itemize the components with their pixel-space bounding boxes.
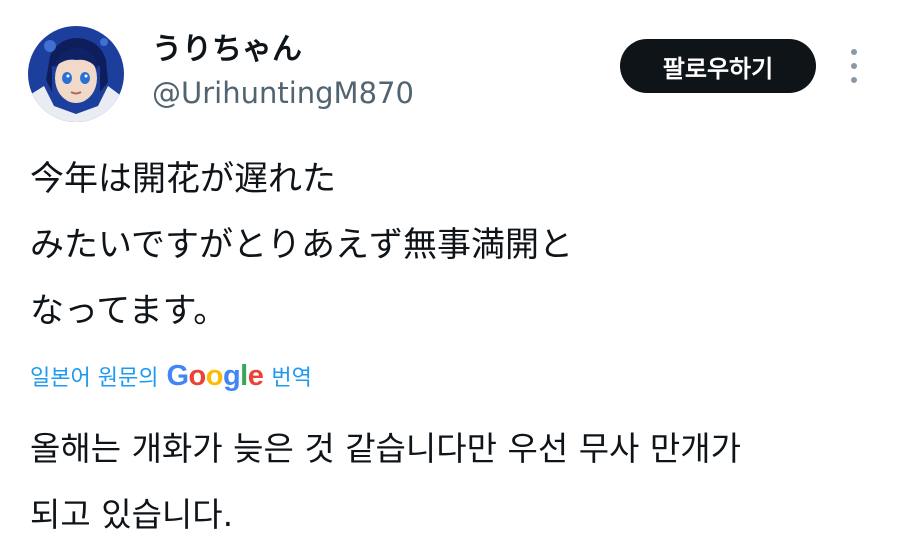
translation-suffix[interactable]: 번역 [271,360,311,392]
google-logo: Google [166,360,263,393]
avatar[interactable] [28,26,124,122]
translation-attribution[interactable]: 일본어 원문의 Google 번역 [30,356,312,396]
translated-text: 올해는 개화가 늦은 것 같습니다만 우선 무사 만개가 되고 있습니다. [30,416,741,548]
avatar-anime-character-icon [28,26,124,122]
tweet-text: 今年は開花が遅れた みたいですがとりあえず無事満開と なってます。 [30,146,573,344]
google-logo-letter: o [188,359,207,392]
tweet-text-line: 今年は開花が遅れた [30,159,336,199]
translation-prefix[interactable]: 일본어 원문의 [30,360,158,392]
follow-button[interactable]: 팔로우하기 [620,39,816,93]
google-logo-letter: o [205,359,224,392]
tweet-text-line: なってます。 [30,291,228,331]
google-logo-letter: e [247,359,264,392]
user-handle[interactable]: @UrihuntingM870 [152,74,414,112]
translated-text-line: 올해는 개화가 늦은 것 같습니다만 우선 무사 만개가 [30,429,741,468]
translated-text-line: 되고 있습니다. [30,495,234,534]
display-name[interactable]: うりちゃん [152,30,302,70]
google-logo-letter: G [166,359,189,392]
more-vertical-icon[interactable] [842,46,866,86]
google-logo-letter: l [240,359,248,392]
tweet-text-line: みたいですがとりあえず無事満開と [30,225,573,265]
google-logo-letter: g [222,359,241,392]
